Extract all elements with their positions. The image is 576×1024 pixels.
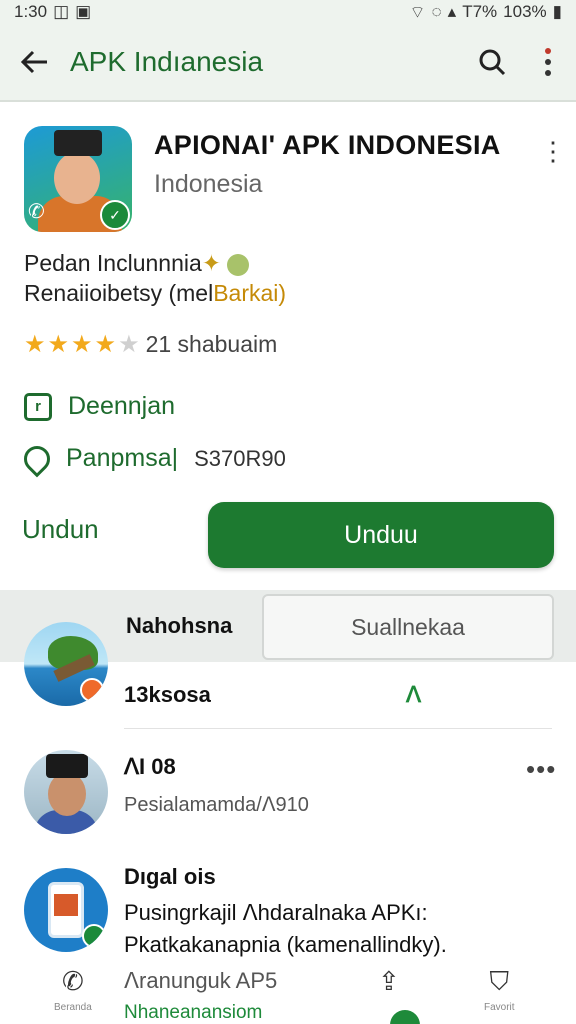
battery-text-2: 103% bbox=[503, 2, 547, 21]
list-item-title-1[interactable]: 13ksosa bbox=[124, 682, 211, 708]
list-item-body-3b: Pkatkakanapnia (kamenallindky). bbox=[124, 932, 447, 957]
bottom-navigation: ✆ Beranda ᐱranunguk AP5 Nhaneanansiom ⇪ … bbox=[0, 962, 576, 1024]
location-pin-icon bbox=[18, 440, 56, 477]
info-row-2: Panpmsa| S370R90 bbox=[18, 440, 286, 477]
list-item-body-3a: Pusingrkajil ᐱhdaralnaka APKı: bbox=[124, 900, 428, 925]
list-item-avatar-3[interactable] bbox=[24, 868, 108, 952]
notification-dot-icon bbox=[80, 678, 104, 702]
phone-icon: ✆ bbox=[28, 201, 45, 223]
wifi-icon: ⌔ bbox=[409, 2, 426, 22]
info-label-2: Panpmsa| bbox=[66, 444, 179, 472]
tab-right[interactable]: Suallnekaa bbox=[262, 594, 554, 660]
phone-call-icon: ✆ bbox=[62, 966, 84, 996]
page-title: APK Indıanesia bbox=[70, 46, 264, 77]
verified-badge-icon: ✓ bbox=[100, 200, 130, 230]
verified-badge-icon bbox=[82, 924, 106, 948]
star-icon: ★ bbox=[47, 331, 70, 358]
content-list: 13ksosa ᐱ ᐱI 08 Pesialamamda/ᐱ910 ••• Dı… bbox=[0, 622, 576, 962]
overflow-menu-icon[interactable] bbox=[520, 47, 576, 77]
nav-home[interactable]: ✆ Beranda bbox=[54, 966, 92, 1013]
app-bar: APK Indıanesia bbox=[0, 24, 576, 102]
notification-icon: ◫ bbox=[53, 2, 70, 21]
description-line-2: Renaiioibetsy (melBarkai) bbox=[24, 280, 286, 307]
info-value-2: S370R90 bbox=[194, 445, 286, 471]
nav-home-label: Beranda bbox=[54, 1002, 92, 1013]
list-item-title-2[interactable]: ᐱI 08 bbox=[124, 754, 176, 780]
list-item-tag-1: ᐱ bbox=[406, 682, 422, 707]
emoji-face-icon bbox=[227, 253, 250, 276]
description-highlight: Barkai) bbox=[213, 280, 287, 306]
list-item-subtitle-2: Pesialamamda/ᐱ910 bbox=[124, 794, 309, 816]
battery-icon: ▮ bbox=[552, 2, 562, 21]
nav-updates[interactable]: ⇪ bbox=[378, 966, 400, 996]
status-time: 1:30 bbox=[14, 2, 48, 21]
document-icon: r bbox=[24, 392, 52, 421]
sparkle-icon: ✦ bbox=[201, 250, 222, 276]
list-item-title-3[interactable]: Dıgal ois bbox=[124, 864, 216, 890]
nav-overlay-text-1: ᐱranunguk AP5 bbox=[124, 968, 278, 993]
app-icon: ✆ ✓ bbox=[24, 126, 132, 232]
app-card: ✆ ✓ APIONAI' APK INDONESIA Indonesia ⋮ P… bbox=[0, 104, 576, 590]
card-more-icon[interactable]: ⋮ bbox=[540, 136, 566, 167]
download-button[interactable]: Unduu bbox=[208, 502, 554, 568]
nav-fab-icon[interactable] bbox=[390, 1010, 420, 1024]
nav-favorite-label: Favorit bbox=[484, 1002, 515, 1013]
status-bar: 1:30 ◫ ▣ ⌔ ◌ ▴ T7% 103% ▮ bbox=[0, 0, 576, 24]
description-text-2: Renaiioibetsy (mel bbox=[24, 280, 214, 306]
info-label-1: Deennjan bbox=[68, 392, 176, 420]
app-subtitle: Indonesia bbox=[154, 170, 263, 198]
list-item-avatar-1[interactable] bbox=[24, 622, 108, 706]
app-title: APIONAI' APK INDONESIA bbox=[154, 130, 501, 160]
update-icon: ⇪ bbox=[378, 966, 400, 996]
search-icon[interactable] bbox=[464, 48, 520, 76]
shield-icon: ⛉ bbox=[489, 966, 510, 996]
star-icon: ★ bbox=[94, 331, 117, 358]
battery-text: T7% bbox=[462, 2, 498, 21]
rating-count: 21 shabuaim bbox=[145, 331, 278, 357]
rating-row: ★ ★ ★ ★ ★ 21 shabuaim bbox=[24, 330, 277, 359]
star-empty-icon: ★ bbox=[118, 331, 140, 358]
list-item-more-icon[interactable]: ••• bbox=[526, 754, 556, 785]
star-icon: ★ bbox=[24, 331, 46, 358]
back-arrow-icon[interactable] bbox=[0, 50, 70, 74]
divider bbox=[124, 728, 552, 729]
description-text-1: Pedan Inclunnnia bbox=[24, 250, 202, 276]
secondary-download-button[interactable]: Undun bbox=[22, 514, 99, 545]
nav-overlay-text-2: Nhaneanansiom bbox=[124, 1002, 263, 1023]
alarm-icon: ◌ bbox=[431, 2, 442, 21]
signal-icon: ▴ bbox=[447, 2, 457, 21]
nav-favorite[interactable]: ⛉ Favorit bbox=[484, 966, 515, 1013]
list-item-avatar-2[interactable] bbox=[24, 750, 108, 834]
description-line-1: Pedan Inclunnnia✦ bbox=[24, 250, 250, 277]
star-icon: ★ bbox=[71, 331, 93, 358]
info-row-1: r Deennjan bbox=[24, 392, 175, 421]
message-icon: ▣ bbox=[75, 2, 92, 21]
